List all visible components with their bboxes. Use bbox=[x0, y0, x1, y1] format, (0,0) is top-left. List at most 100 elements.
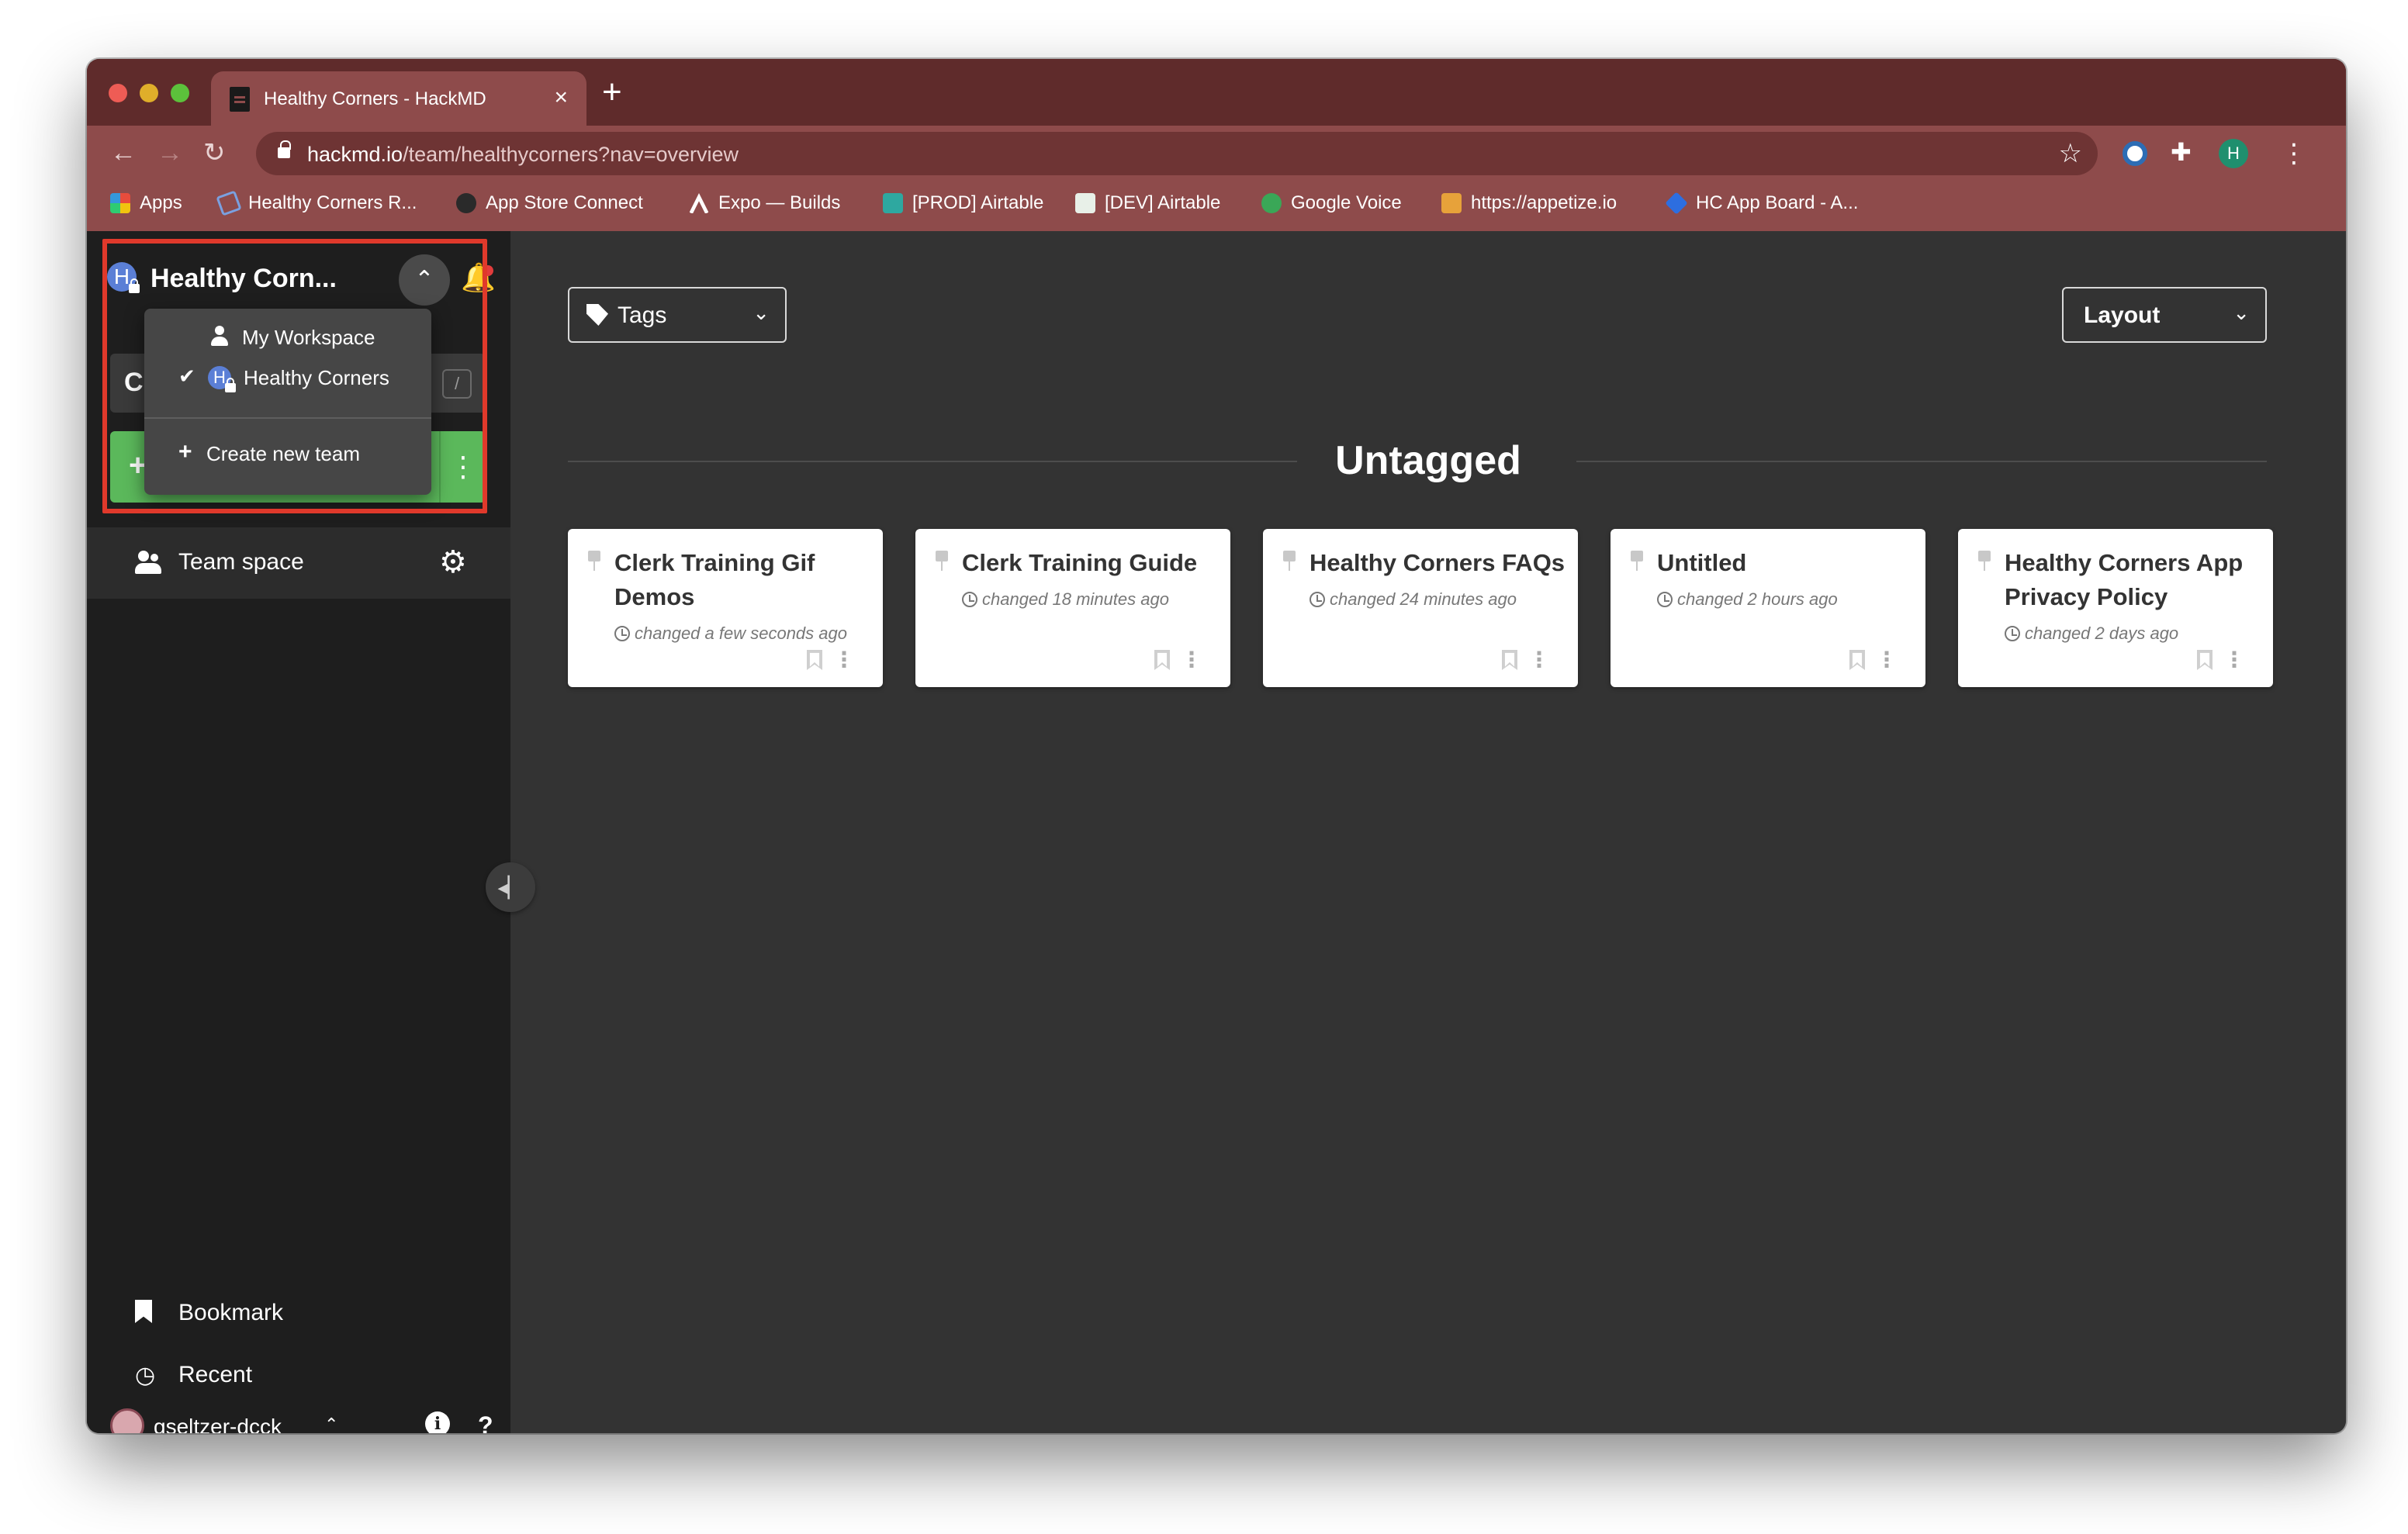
search-icon: C bbox=[124, 368, 144, 397]
note-card[interactable]: Clerk Training Gif Demos changed a few s… bbox=[568, 529, 883, 687]
bookmark-healthy-corners-r[interactable]: Healthy Corners R... bbox=[216, 190, 417, 216]
sidebar-item-bookmark[interactable]: Bookmark bbox=[135, 1294, 445, 1332]
more-options-icon[interactable]: ⋮ bbox=[1876, 648, 1898, 672]
address-bar[interactable]: hackmd.io/team/healthycorners?nav=overvi… bbox=[256, 132, 2098, 175]
lightning-icon bbox=[1075, 193, 1095, 213]
chevron-up-icon[interactable]: ⌃ bbox=[399, 254, 450, 306]
bookmark-expo-builds[interactable]: Expo — Builds bbox=[689, 192, 840, 214]
gear-icon[interactable]: ⚙ bbox=[439, 544, 467, 580]
close-window-button[interactable] bbox=[109, 84, 127, 102]
browser-tab-active[interactable]: Healthy Corners - HackMD × bbox=[211, 71, 586, 126]
tag-icon bbox=[586, 304, 608, 326]
user-name[interactable]: gseltzer-dcck bbox=[154, 1415, 282, 1433]
note-title[interactable]: Healthy Corners App Privacy Policy bbox=[2005, 546, 2261, 614]
team-dropdown-menu: My Workspace ✔ H Healthy Corners + Creat… bbox=[144, 309, 431, 495]
bookmark-icon[interactable] bbox=[2197, 650, 2213, 670]
reload-icon[interactable]: ↻ bbox=[203, 136, 226, 169]
new-note-options-button[interactable]: ⋮ bbox=[439, 431, 486, 503]
note-title[interactable]: Clerk Training Guide bbox=[962, 546, 1218, 580]
url-path: /team/healthycorners?nav=overview bbox=[403, 143, 739, 166]
bookmark-icon[interactable] bbox=[1849, 650, 1865, 670]
more-options-icon[interactable]: ⋮ bbox=[2223, 648, 2245, 672]
note-card[interactable]: Clerk Training Guide changed 18 minutes … bbox=[915, 529, 1230, 687]
forward-arrow-icon[interactable]: → bbox=[157, 136, 183, 169]
browser-toolbar: ← → ↻ hackmd.io/team/healthycorners?nav=… bbox=[87, 126, 2346, 181]
notification-dot bbox=[483, 265, 493, 276]
bookmark-icon[interactable] bbox=[807, 650, 822, 670]
dropdown-item-healthy-corners[interactable]: ✔ H Healthy Corners bbox=[144, 357, 431, 397]
browser-menu-icon[interactable]: ⋮ bbox=[2281, 138, 2307, 169]
more-options-icon[interactable]: ⋮ bbox=[1528, 648, 1550, 672]
back-arrow-icon[interactable]: ← bbox=[110, 136, 137, 169]
pin-icon[interactable] bbox=[1978, 551, 1991, 571]
private-lock-icon bbox=[225, 378, 236, 392]
clock-icon bbox=[962, 592, 977, 607]
tab-close-icon[interactable]: × bbox=[554, 84, 568, 112]
bookmark-label: Google Voice bbox=[1291, 192, 1402, 213]
bookmark-icon[interactable] bbox=[1502, 650, 1517, 670]
bookmark-icon[interactable] bbox=[1154, 650, 1170, 670]
note-card[interactable]: Untitled changed 2 hours ago ⋮ bbox=[1611, 529, 1925, 687]
note-card[interactable]: Healthy Corners App Privacy Policy chang… bbox=[1958, 529, 2273, 687]
extensions-puzzle-icon[interactable]: ✚ bbox=[2171, 138, 2192, 166]
user-icon bbox=[211, 326, 228, 346]
chevron-down-icon: ⌄ bbox=[2233, 301, 2250, 324]
bookmark-appetize[interactable]: https://appetize.io bbox=[1441, 192, 1617, 214]
tags-filter-button[interactable]: Tags ⌄ bbox=[568, 287, 787, 343]
bookmark-prod-airtable[interactable]: [PROD] Airtable bbox=[883, 192, 1043, 214]
bookmark-star-icon[interactable]: ☆ bbox=[2059, 138, 2082, 169]
pin-icon[interactable] bbox=[1631, 551, 1643, 571]
note-card[interactable]: Healthy Corners FAQs changed 24 minutes … bbox=[1263, 529, 1578, 687]
bookmark-hc-app-board[interactable]: HC App Board - A... bbox=[1665, 192, 1858, 215]
sidebar-item-team-space[interactable]: Team space ⚙ bbox=[87, 527, 510, 599]
pin-icon[interactable] bbox=[588, 551, 600, 571]
bookmark-app-store-connect[interactable]: App Store Connect bbox=[456, 192, 643, 214]
bookmark-label: https://appetize.io bbox=[1471, 192, 1617, 213]
bookmark-label: Bookmark bbox=[178, 1300, 284, 1325]
note-title[interactable]: Untitled bbox=[1657, 546, 1913, 580]
note-title[interactable]: Clerk Training Gif Demos bbox=[614, 546, 870, 614]
checkmark-icon: ✔ bbox=[178, 364, 195, 388]
lock-icon[interactable] bbox=[278, 140, 291, 158]
zoom-window-button[interactable] bbox=[171, 84, 189, 102]
tab-title: Healthy Corners - HackMD bbox=[264, 88, 486, 109]
main-content: Tags ⌄ Layout ⌄ Untagged Clerk Training … bbox=[510, 231, 2346, 1433]
help-icon[interactable]: ? bbox=[478, 1411, 493, 1433]
layout-select-button[interactable]: Layout ⌄ bbox=[2062, 287, 2267, 343]
bookmark-dev-airtable[interactable]: [DEV] Airtable bbox=[1075, 192, 1220, 214]
dropdown-item-my-workspace[interactable]: My Workspace bbox=[144, 316, 431, 357]
create-new-team-button[interactable]: + Create new team bbox=[144, 433, 431, 473]
search-shortcut-key: / bbox=[442, 369, 472, 399]
new-tab-button[interactable]: + bbox=[602, 73, 622, 112]
bookmark-apps[interactable]: Apps bbox=[110, 192, 182, 214]
people-icon bbox=[135, 551, 163, 574]
bookmark-google-voice[interactable]: Google Voice bbox=[1261, 192, 1402, 214]
changed-text: changed 2 days ago bbox=[2025, 624, 2179, 643]
section-title: Untagged bbox=[1335, 438, 1521, 483]
changed-text: changed 24 minutes ago bbox=[1330, 589, 1517, 609]
more-options-icon[interactable]: ⋮ bbox=[833, 648, 855, 672]
pin-icon[interactable] bbox=[936, 551, 948, 571]
team-name[interactable]: Healthy Corn... bbox=[150, 264, 337, 294]
clock-icon bbox=[1310, 592, 1325, 607]
bookmark-label: Healthy Corners R... bbox=[248, 192, 417, 213]
note-changed-time: changed 2 days ago bbox=[2005, 624, 2178, 644]
bookmark-label: Expo — Builds bbox=[718, 192, 841, 213]
sidebar: H Healthy Corn... ⌃ 🔔 C / + ⋮ My Workspa… bbox=[87, 231, 510, 1433]
note-title[interactable]: Healthy Corners FAQs bbox=[1310, 546, 1566, 580]
more-options-icon[interactable]: ⋮ bbox=[1181, 648, 1202, 672]
bookmark-icon bbox=[135, 1300, 152, 1323]
bookmark-label: Apps bbox=[140, 192, 182, 213]
minimize-window-button[interactable] bbox=[140, 84, 158, 102]
hackmd-app: H Healthy Corn... ⌃ 🔔 C / + ⋮ My Workspa… bbox=[87, 231, 2346, 1433]
info-icon[interactable]: i bbox=[425, 1411, 450, 1433]
profile-avatar[interactable]: H bbox=[2219, 139, 2248, 168]
clock-icon bbox=[614, 626, 630, 641]
pin-icon[interactable] bbox=[1283, 551, 1296, 571]
sidebar-item-recent[interactable]: ◷ Recent bbox=[135, 1356, 445, 1394]
private-lock-icon bbox=[129, 278, 140, 293]
chevron-up-icon[interactable]: ⌃ bbox=[324, 1415, 338, 1433]
dropdown-item-label: Healthy Corners bbox=[244, 366, 389, 389]
password-extension-icon[interactable] bbox=[2123, 141, 2147, 166]
team-switcher[interactable]: H Healthy Corn... ⌃ 🔔 bbox=[107, 250, 496, 306]
